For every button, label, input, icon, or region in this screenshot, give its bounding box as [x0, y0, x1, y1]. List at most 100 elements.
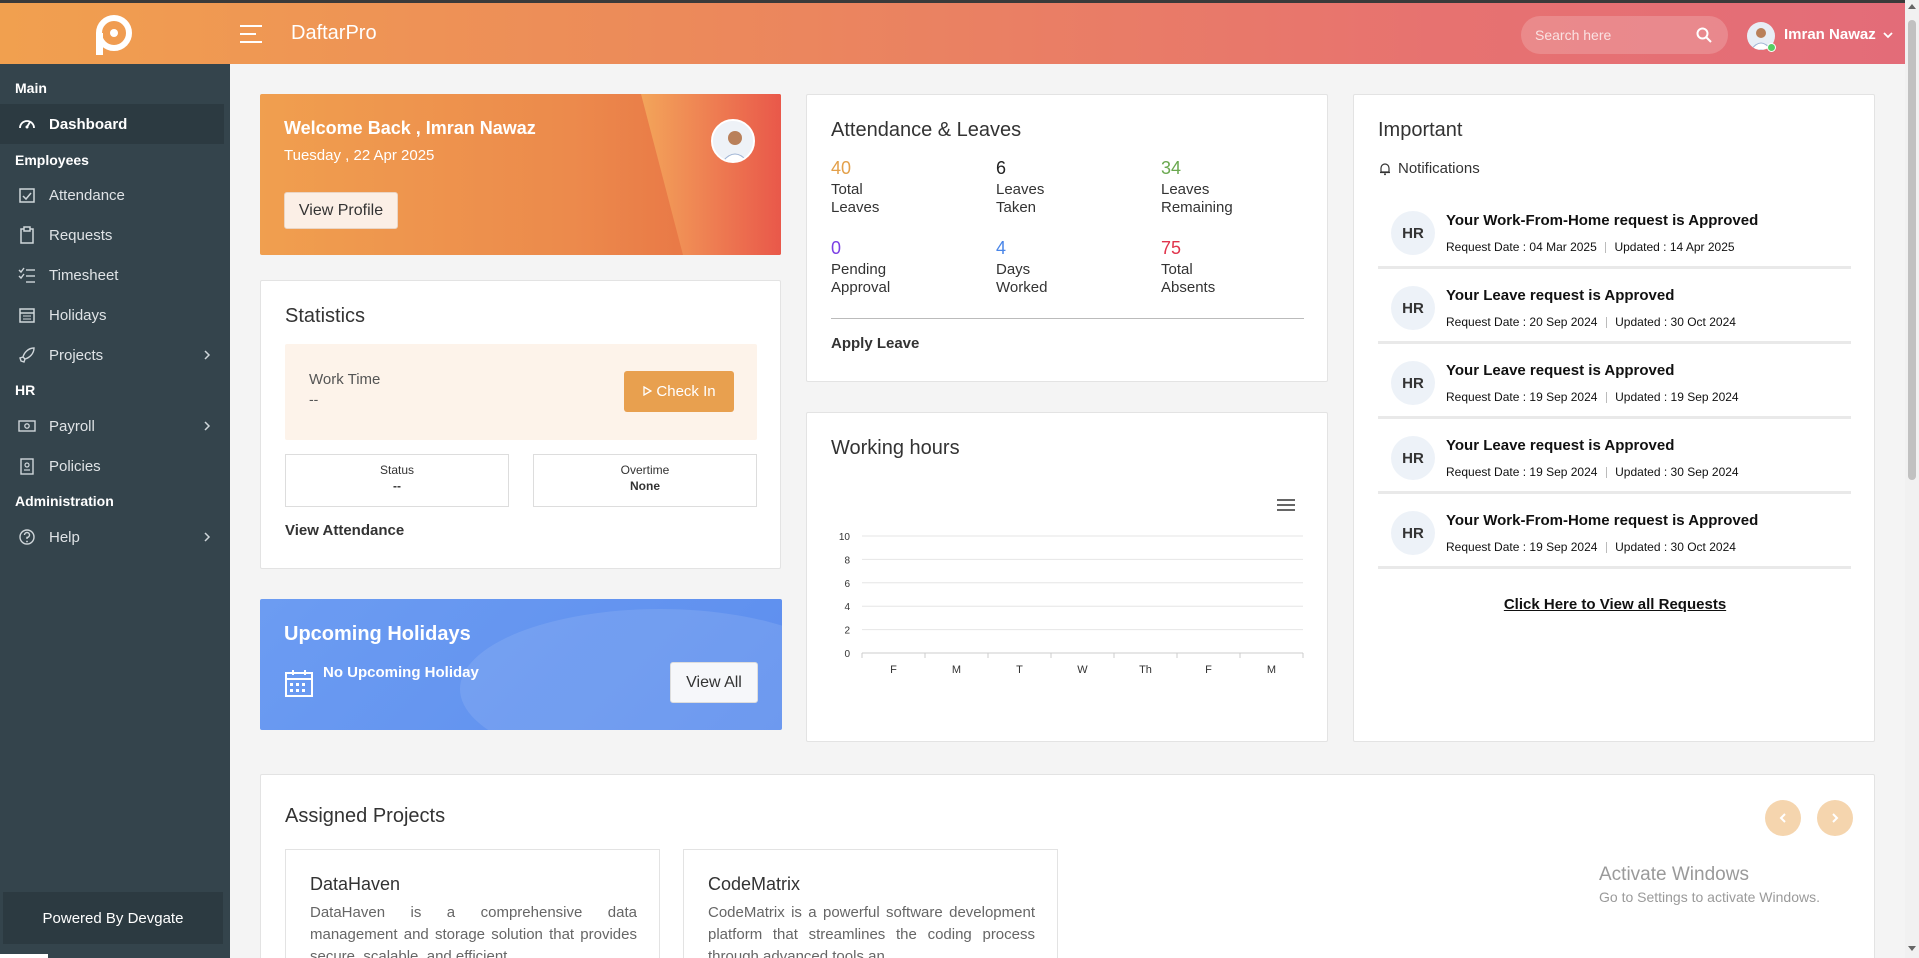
y-tick-label: 4	[844, 602, 850, 613]
updated-value: 14 Apr 2025	[1669, 240, 1735, 254]
view-all-holidays-button[interactable]: View All	[670, 662, 758, 703]
help-icon	[19, 529, 35, 545]
scroll-up-arrow[interactable]	[1908, 4, 1916, 9]
sidebar-item-policies[interactable]: Policies	[0, 446, 224, 486]
welcome-date: Tuesday , 22 Apr 2025	[284, 147, 435, 164]
sidebar-item-label: Projects	[49, 346, 104, 364]
notification-item[interactable]: HR Your Work-From-Home request is Approv…	[1378, 197, 1851, 269]
user-name[interactable]: Imran Nawaz	[1784, 26, 1876, 43]
sidebar-item-projects[interactable]: Projects	[0, 335, 224, 375]
sidebar-item-requests[interactable]: Requests	[0, 215, 224, 255]
notification-title: Your Work-From-Home request is Approved	[1446, 512, 1759, 529]
sidebar-item-holidays[interactable]: Holidays	[0, 295, 224, 335]
chevron-right-icon	[204, 421, 211, 431]
metric-label: Leaves Taken	[996, 181, 1045, 216]
overtime-value: None	[630, 479, 660, 493]
scrollbar-thumb[interactable]	[1908, 20, 1916, 480]
working-hours-title: Working hours	[831, 437, 960, 459]
page-scrollbar[interactable]	[1905, 0, 1919, 958]
metric-label: Pending Approval	[831, 261, 891, 296]
search-icon[interactable]	[1696, 27, 1712, 43]
attendance-leaves-card: Attendance & Leaves 40 Total Leaves 6 Le…	[806, 94, 1328, 382]
sidebar-item-payroll[interactable]: Payroll	[0, 406, 224, 446]
sidebar-item-label: Help	[49, 528, 80, 546]
scroll-down-arrow[interactable]	[1908, 946, 1916, 951]
clipboard-icon	[20, 226, 34, 244]
metric-leaves-taken: 6 Leaves Taken	[996, 158, 1146, 217]
x-tick-label: Th	[1139, 664, 1152, 676]
metric-value: 0	[831, 238, 842, 258]
request-date-label: Request Date :	[1446, 390, 1527, 404]
metric-label: Leaves Remaining	[1161, 181, 1233, 216]
metric-value: 40	[831, 158, 852, 178]
metric-label: Total Leaves	[831, 181, 880, 216]
updated-value: 19 Sep 2024	[1670, 390, 1739, 404]
request-date-value: 04 Mar 2025	[1529, 240, 1597, 254]
avatar	[711, 119, 755, 163]
separator	[1605, 242, 1607, 254]
metric-value: 75	[1161, 238, 1182, 258]
important-title: Important	[1378, 119, 1463, 141]
rocket-icon	[19, 347, 35, 363]
sidebar-item-attendance[interactable]: Attendance	[0, 175, 224, 215]
check-in-button[interactable]: Check In	[624, 371, 734, 412]
notification-item[interactable]: HR Your Leave request is Approved Reques…	[1378, 347, 1851, 419]
metric-value: 6	[996, 158, 1007, 178]
notification-item[interactable]: HR Your Leave request is Approved Reques…	[1378, 272, 1851, 344]
updated-label: Updated :	[1615, 390, 1668, 404]
sidebar-scrollbar[interactable]	[0, 954, 48, 958]
view-attendance-link[interactable]: View Attendance	[285, 522, 404, 539]
no-holiday-text: No Upcoming Holiday	[323, 664, 479, 681]
notification-title: Your Leave request is Approved	[1446, 437, 1675, 454]
notification-avatar: HR	[1391, 286, 1435, 330]
metric-total-leaves: 40 Total Leaves	[831, 158, 981, 217]
dashboard-icon	[19, 120, 35, 129]
y-tick-label: 6	[844, 579, 850, 590]
holidays-title: Upcoming Holidays	[284, 623, 471, 645]
chevron-left-icon	[1779, 813, 1786, 823]
x-tick-label: W	[1077, 664, 1088, 676]
updated-label: Updated :	[1615, 540, 1668, 554]
separator	[1605, 467, 1607, 479]
bell-icon	[1380, 162, 1390, 175]
chevron-down-icon[interactable]	[1882, 29, 1894, 41]
sidebar-item-dashboard[interactable]: Dashboard	[0, 104, 224, 144]
view-profile-button[interactable]: View Profile	[284, 192, 398, 229]
notification-item[interactable]: HR Your Work-From-Home request is Approv…	[1378, 497, 1851, 569]
calendar-check-icon	[19, 188, 35, 203]
metric-pending-approval: 0 Pending Approval	[831, 238, 981, 297]
carousel-next-button[interactable]	[1817, 800, 1853, 836]
notification-item[interactable]: HR Your Leave request is Approved Reques…	[1378, 422, 1851, 494]
menu-toggle-button[interactable]	[240, 25, 262, 43]
check-in-label: Check In	[656, 383, 716, 400]
updated-value: 30 Sep 2024	[1670, 465, 1739, 479]
project-card[interactable]: DataHaven DataHaven is a comprehensive d…	[285, 849, 660, 958]
notification-meta: Request Date : 20 Sep 2024 Updated : 30 …	[1446, 315, 1736, 329]
sidebar-item-timesheet[interactable]: Timesheet	[0, 255, 224, 295]
sidebar-item-label: Policies	[49, 457, 101, 475]
sidebar-item-label: Requests	[49, 226, 113, 244]
overtime-label: Overtime	[620, 463, 670, 477]
metric-days-worked: 4 Days Worked	[996, 238, 1146, 297]
status-box: Status --	[285, 454, 509, 507]
separator	[1605, 542, 1607, 554]
notification-avatar: HR	[1391, 361, 1435, 405]
carousel-prev-button[interactable]	[1765, 800, 1801, 836]
project-card[interactable]: CodeMatrix CodeMatrix is a powerful soft…	[683, 849, 1058, 958]
apply-leave-link[interactable]: Apply Leave	[831, 335, 919, 352]
metric-total-absents: 75 Total Absents	[1161, 238, 1311, 297]
view-all-requests-link[interactable]: Click Here to View all Requests	[1354, 596, 1876, 613]
projects-title: Assigned Projects	[285, 805, 446, 827]
windows-activation-watermark: Activate Windows Go to Settings to activ…	[1599, 864, 1820, 905]
updated-label: Updated :	[1615, 465, 1668, 479]
metric-value: 4	[996, 238, 1007, 258]
upcoming-holidays-card: Upcoming Holidays No Upcoming Holiday Vi…	[260, 599, 782, 730]
sidebar-item-help[interactable]: Help	[0, 517, 224, 557]
notification-title: Your Leave request is Approved	[1446, 362, 1675, 379]
x-tick-label: F	[1205, 664, 1212, 676]
updated-value: 30 Oct 2024	[1670, 315, 1736, 329]
notification-avatar: HR	[1391, 436, 1435, 480]
notification-meta: Request Date : 04 Mar 2025 Updated : 14 …	[1446, 240, 1735, 254]
working-hours-card: Working hours 0 2 4 6 8 10 F M T W Th F M	[806, 412, 1328, 742]
logo-icon[interactable]	[90, 13, 140, 57]
